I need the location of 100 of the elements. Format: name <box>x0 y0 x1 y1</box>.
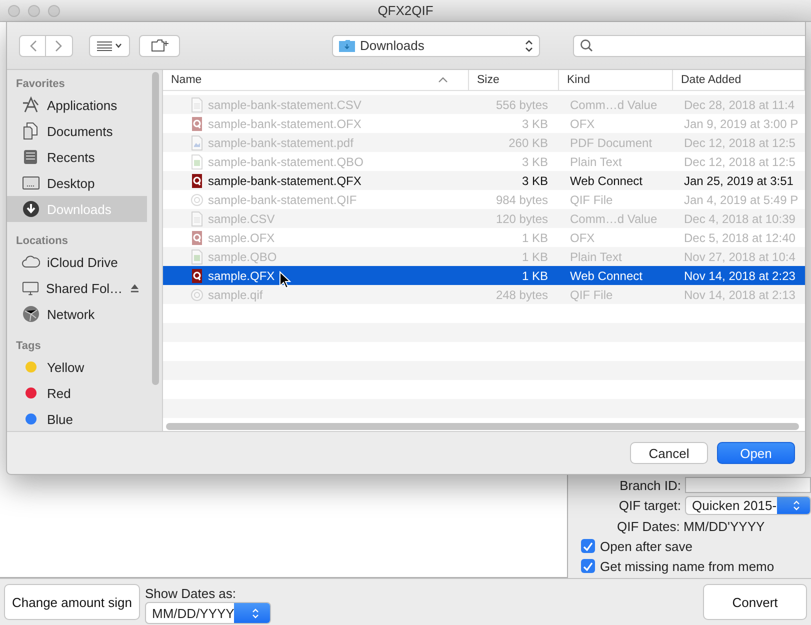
sidebar-item[interactable]: Recents <box>7 144 147 170</box>
folder-plus-icon <box>150 39 168 52</box>
minimize-button[interactable] <box>28 4 40 16</box>
file-kind: QIF File <box>569 288 614 302</box>
sidebar-item[interactable]: Shared Fol… <box>7 275 147 301</box>
file-name: sample.QFX <box>208 268 275 282</box>
finance-document-icon <box>190 268 204 284</box>
file-name: sample-bank-statement.OFX <box>208 116 362 130</box>
image-document-icon <box>190 134 204 150</box>
zoom-button[interactable] <box>48 4 60 16</box>
close-button[interactable] <box>8 4 20 16</box>
date-added: Dec 12, 2018 at 12:5 <box>683 136 796 150</box>
file-row[interactable]: sample.QFX 1 KB Web Connect Nov 14, 2018 at 2:23 <box>163 266 805 285</box>
scrollbar[interactable] <box>166 422 799 430</box>
date-added: Dec 4, 2018 at 10:39 <box>683 212 796 226</box>
tray-icon <box>22 148 40 166</box>
up-down-chevron-icon <box>792 500 800 510</box>
date-added: Jan 4, 2019 at 5:49 P <box>683 192 800 206</box>
spreadsheet-document-icon <box>190 248 204 264</box>
file-size: 556 bytes <box>494 98 549 112</box>
file-name: sample.CSV <box>208 212 275 226</box>
checkbox-label: Open after save <box>600 538 692 554</box>
change-amount-sign-button[interactable]: Change amount sign <box>4 584 140 620</box>
sidebar-item[interactable]: Yellow <box>7 354 147 380</box>
new-folder-button[interactable] <box>139 34 180 56</box>
chevron-left-icon <box>28 40 36 52</box>
file-name: sample-bank-statement.QBO <box>208 154 364 168</box>
file-row[interactable]: sample-bank-statement.QFX 3 KB Web Connect Jan 25, 2019 at 3:51 <box>163 171 805 190</box>
file-kind: Web Connect <box>569 268 644 282</box>
location-popup[interactable]: Downloads <box>332 34 540 56</box>
section-heading: Locations <box>15 234 69 249</box>
date-added: Nov 27, 2018 at 10:4 <box>683 250 796 264</box>
convert-button[interactable]: Convert <box>703 584 807 620</box>
chevron-right-icon <box>55 40 63 52</box>
date-added: Dec 5, 2018 at 12:40 <box>683 230 796 244</box>
file-size: 984 bytes <box>494 192 549 206</box>
scrollbar[interactable] <box>152 72 159 385</box>
date-added: Jan 25, 2019 at 3:51 <box>683 174 794 188</box>
file-size: 1 KB <box>520 250 549 264</box>
view-options-button[interactable] <box>89 34 130 56</box>
file-size: 1 KB <box>520 268 549 282</box>
file-name: sample-bank-statement.CSV <box>208 98 362 112</box>
folder-icon <box>339 39 355 52</box>
sidebar-item[interactable]: Desktop <box>7 170 147 196</box>
date-format-select[interactable]: MM/DD/YYYY <box>144 602 271 624</box>
circle-document-icon <box>190 286 204 302</box>
document-icon <box>190 210 204 226</box>
globe-icon <box>22 305 40 323</box>
date-added: Jan 9, 2019 at 3:00 P <box>683 116 800 130</box>
finance-document-icon <box>190 172 204 188</box>
sidebar-item[interactable]: Red <box>7 380 147 406</box>
pointer-cursor-icon <box>279 271 291 289</box>
sidebar-item[interactable]: Blue <box>7 406 147 432</box>
search-field[interactable] <box>573 34 805 56</box>
desktop-icon <box>22 174 40 192</box>
document-icon <box>190 96 204 112</box>
file-size: 3 KB <box>520 174 549 188</box>
file-kind: OFX <box>569 116 596 130</box>
branch-id-label: Branch ID: <box>618 478 681 492</box>
checkbox-label: Get missing name from memo <box>600 558 774 574</box>
list-icon <box>97 40 112 50</box>
file-name: sample-bank-statement.QIF <box>208 192 357 206</box>
download-icon <box>22 200 40 218</box>
up-down-chevron-icon <box>252 608 259 618</box>
branch-id-field[interactable] <box>685 477 811 493</box>
file-size: 3 KB <box>520 154 549 168</box>
file-name: sample.qif <box>208 288 263 302</box>
date-added: Dec 12, 2018 at 12:5 <box>683 154 796 168</box>
file-kind: Comm…d Value <box>569 212 658 226</box>
sidebar-item[interactable]: Applications <box>7 92 147 118</box>
date-added: Nov 14, 2018 at 2:13 <box>683 288 796 302</box>
file-size: 248 bytes <box>494 288 549 302</box>
qif-target-label: QIF target: <box>618 498 681 512</box>
file-kind: Web Connect <box>569 174 644 188</box>
open-button[interactable]: Open <box>717 442 795 464</box>
sidebar-item[interactable]: Documents <box>7 118 147 144</box>
file-kind: OFX <box>569 230 596 244</box>
file-kind: PDF Document <box>569 136 654 150</box>
sidebar-item[interactable]: Network <box>7 301 147 327</box>
caret-down-icon <box>115 43 122 48</box>
file-kind: Plain Text <box>569 154 623 168</box>
checkbox[interactable] <box>581 559 595 573</box>
file-kind: Plain Text <box>569 250 623 264</box>
file-name: sample-bank-statement.QFX <box>208 174 362 188</box>
file-name: sample.OFX <box>208 230 275 244</box>
file-kind: Comm…d Value <box>569 98 658 112</box>
eject-icon <box>130 283 139 293</box>
qif-target-select[interactable]: Quicken 2015- <box>685 496 811 514</box>
forward-button[interactable] <box>46 34 73 56</box>
file-name: sample.QBO <box>208 250 277 264</box>
circle-document-icon <box>190 192 204 208</box>
show-dates-label: Show Dates as: <box>144 586 238 601</box>
sort-caret-icon <box>438 77 448 83</box>
finance-document-icon <box>190 116 204 132</box>
checkbox[interactable] <box>581 539 595 553</box>
sidebar-item[interactable]: iCloud Drive <box>7 249 147 275</box>
file-kind: QIF File <box>569 192 614 206</box>
back-button[interactable] <box>19 34 46 56</box>
cancel-button[interactable]: Cancel <box>630 442 708 464</box>
qif-dates-text: QIF Dates: MM/DD'YYYY <box>616 518 766 536</box>
